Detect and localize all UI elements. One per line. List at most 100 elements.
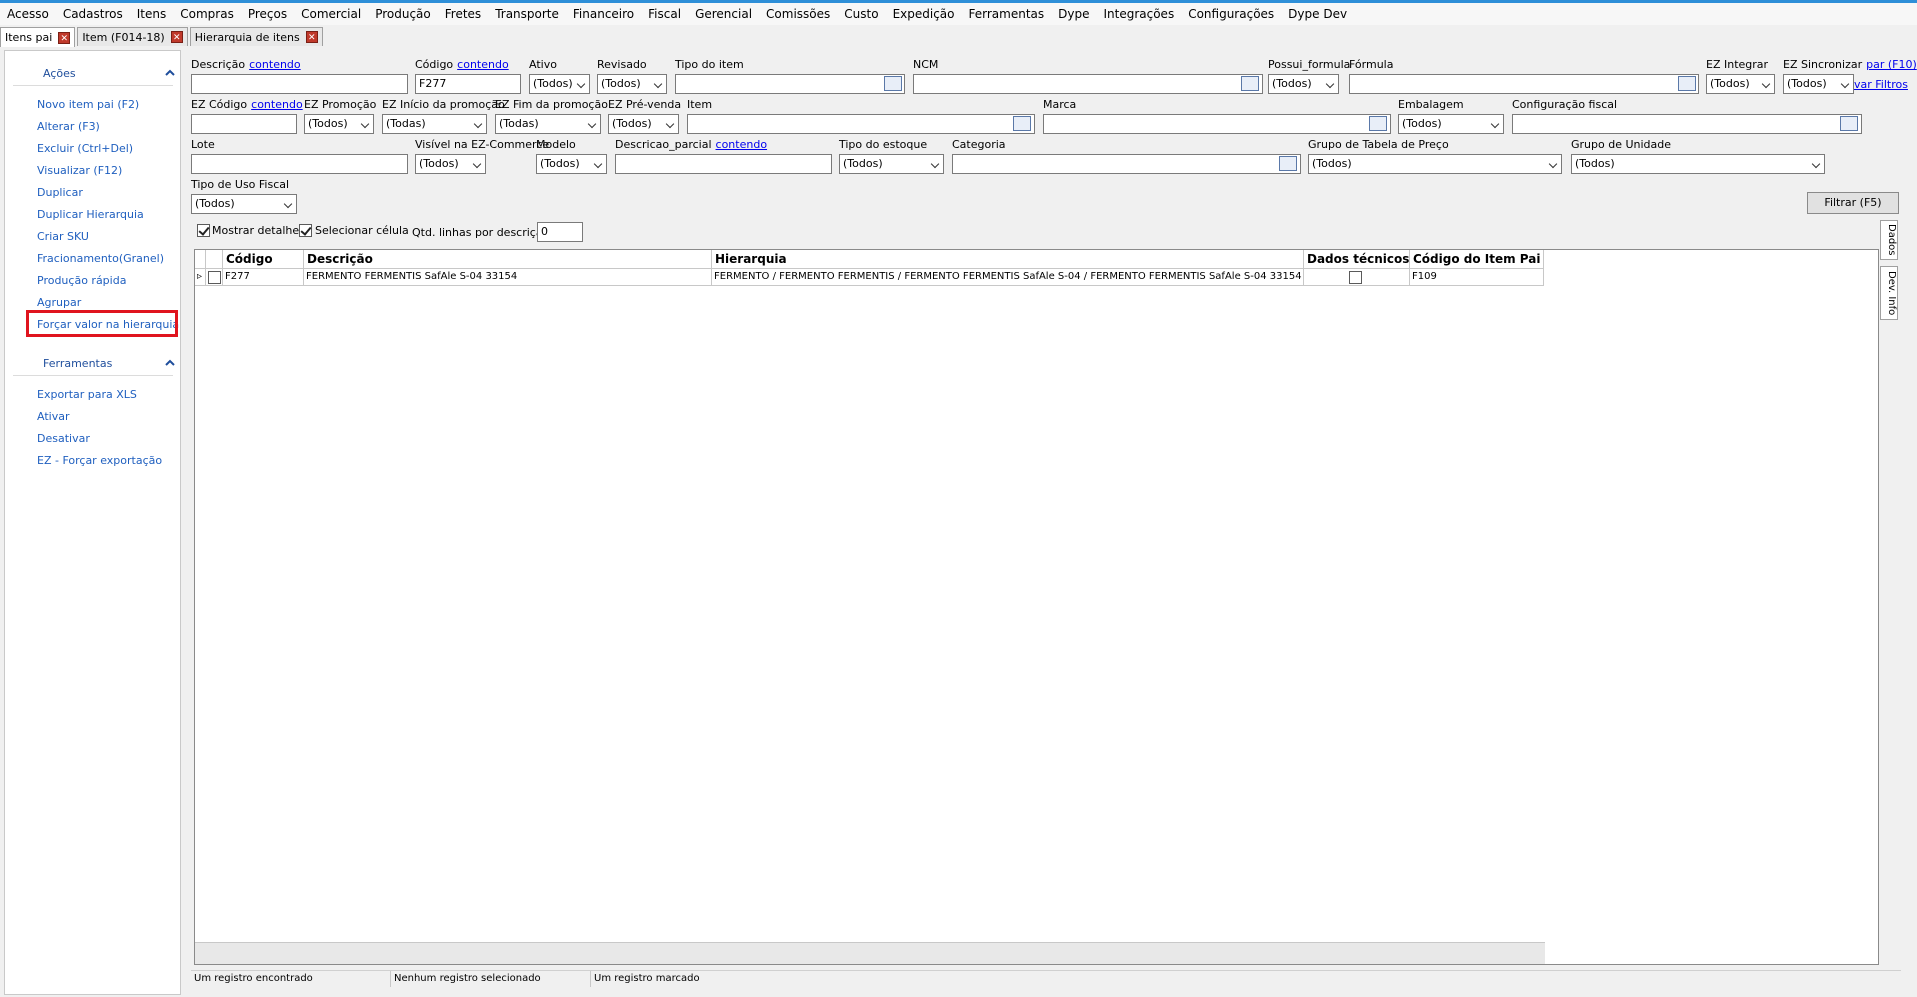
menu-comissoes[interactable]: Comissões <box>759 7 837 21</box>
duplicar-hierarquia-link[interactable]: Duplicar Hierarquia <box>37 208 144 221</box>
ativo-select[interactable]: (Todos) <box>529 74 590 94</box>
search-binoculars-icon[interactable] <box>884 76 902 91</box>
visualizar-link[interactable]: Visualizar (F12) <box>37 164 122 177</box>
codigo-input[interactable]: F277 <box>415 74 521 94</box>
chevron-up-icon[interactable] <box>164 67 176 79</box>
menu-custo[interactable]: Custo <box>837 7 885 21</box>
selecionar-celula-checkbox[interactable] <box>299 224 312 237</box>
ferramentas-header[interactable]: Ferramentas <box>5 351 182 375</box>
row-menu-icon[interactable] <box>195 250 206 269</box>
tab-item[interactable]: Item (F014-18) ✕ <box>77 27 188 46</box>
novo-item-pai-link[interactable]: Novo item pai (F2) <box>37 98 139 111</box>
ez-inicio-select[interactable]: (Todas) <box>382 114 487 134</box>
codigo-contendo-link[interactable]: contendo <box>457 58 509 71</box>
marca-input[interactable] <box>1043 114 1391 134</box>
menu-fiscal[interactable]: Fiscal <box>641 7 688 21</box>
cell-dados-tecnicos[interactable] <box>1304 269 1410 286</box>
search-binoculars-icon[interactable] <box>1013 116 1031 131</box>
tipo-item-input[interactable] <box>675 74 905 94</box>
menu-acesso[interactable]: Acesso <box>0 7 56 21</box>
col-hierarquia[interactable]: Hierarquia <box>712 250 1304 269</box>
excluir-link[interactable]: Excluir (Ctrl+Del) <box>37 142 133 155</box>
visivel-select[interactable]: (Todos) <box>415 154 486 174</box>
cell-descricao[interactable]: FERMENTO FERMENTIS SafAle S-04 33154 <box>304 269 712 286</box>
search-binoculars-icon[interactable] <box>1678 76 1696 91</box>
formula-input[interactable] <box>1349 74 1699 94</box>
close-icon[interactable]: ✕ <box>58 31 71 44</box>
cell-codigo-item-pai[interactable]: F109 <box>1410 269 1544 286</box>
alterar-link[interactable]: Alterar (F3) <box>37 120 100 133</box>
menu-precos[interactable]: Preços <box>241 7 294 21</box>
grupo-tabela-select[interactable]: (Todos) <box>1308 154 1562 174</box>
ez-fim-select[interactable]: (Todas) <box>495 114 601 134</box>
menu-integracoes[interactable]: Integrações <box>1096 7 1181 21</box>
limpar-filtros-link[interactable]: var Filtros <box>1854 78 1908 91</box>
item-input[interactable] <box>687 114 1035 134</box>
menu-producao[interactable]: Produção <box>368 7 438 21</box>
desativar-link[interactable]: Desativar <box>37 432 90 445</box>
tab-itens-pai[interactable]: Itens pai ✕ <box>0 27 76 47</box>
ez-codigo-contendo-link[interactable]: contendo <box>251 98 303 111</box>
row-checkbox[interactable] <box>208 271 221 284</box>
ez-promocao-select[interactable]: (Todos) <box>304 114 374 134</box>
descricao-contendo-link[interactable]: contendo <box>249 58 301 71</box>
ez-forcar-exportacao-link[interactable]: EZ - Forçar exportação <box>37 454 162 467</box>
close-icon[interactable]: ✕ <box>305 31 318 43</box>
search-binoculars-icon[interactable] <box>1840 116 1858 131</box>
fracionamento-link[interactable]: Fracionamento(Granel) <box>37 252 164 265</box>
filtrar-button[interactable]: Filtrar (F5) <box>1807 192 1899 214</box>
tipo-estoque-select[interactable]: (Todos) <box>839 154 944 174</box>
col-dados-tecnicos[interactable]: Dados técnicos <box>1304 250 1410 269</box>
menu-comercial[interactable]: Comercial <box>294 7 368 21</box>
acoes-header[interactable]: Ações <box>5 61 182 85</box>
tipo-uso-fiscal-select[interactable]: (Todos) <box>191 194 297 214</box>
close-icon[interactable]: ✕ <box>170 31 183 43</box>
mostrar-detalhe-checkbox[interactable] <box>197 224 210 237</box>
qtd-linhas-spinner[interactable]: 0 <box>537 222 583 242</box>
select-all-header[interactable] <box>206 250 223 269</box>
categoria-input[interactable] <box>952 154 1301 174</box>
menu-cadastros[interactable]: Cadastros <box>56 7 130 21</box>
ez-integrar-select[interactable]: (Todos) <box>1706 74 1775 94</box>
ez-codigo-input[interactable] <box>191 114 297 134</box>
tab-dados[interactable]: Dados <box>1880 220 1898 260</box>
modelo-select[interactable]: (Todos) <box>536 154 607 174</box>
criar-sku-link[interactable]: Criar SKU <box>37 230 89 243</box>
embalagem-select[interactable]: (Todos) <box>1398 114 1504 134</box>
ativar-link[interactable]: Ativar <box>37 410 69 423</box>
dados-tecnicos-checkbox[interactable] <box>1349 271 1362 284</box>
producao-rapida-link[interactable]: Produção rápida <box>37 274 126 287</box>
cell-codigo[interactable]: F277 <box>223 269 304 286</box>
tab-hierarquia[interactable]: Hierarquia de itens ✕ <box>189 27 323 46</box>
descricao-parcial-contendo-link[interactable]: contendo <box>716 138 768 151</box>
tab-dev-info[interactable]: Dev. Info <box>1880 266 1898 320</box>
search-binoculars-icon[interactable] <box>1241 76 1259 91</box>
col-descricao[interactable]: Descrição <box>304 250 712 269</box>
row-select-cell[interactable] <box>206 269 223 286</box>
ez-prevenda-select[interactable]: (Todos) <box>608 114 679 134</box>
par-f10-link[interactable]: par (F10) <box>1866 58 1917 71</box>
menu-transporte[interactable]: Transporte <box>488 7 566 21</box>
menu-dype-dev[interactable]: Dype Dev <box>1281 7 1354 21</box>
search-binoculars-icon[interactable] <box>1279 156 1297 171</box>
ez-sincronizar-select[interactable]: (Todos) <box>1783 74 1854 94</box>
cell-hierarquia[interactable]: FERMENTO / FERMENTO FERMENTIS / FERMENTO… <box>712 269 1304 286</box>
menu-gerencial[interactable]: Gerencial <box>688 7 759 21</box>
config-fiscal-input[interactable] <box>1512 114 1862 134</box>
lote-input[interactable] <box>191 154 408 174</box>
possui-formula-select[interactable]: (Todos) <box>1268 74 1339 94</box>
descricao-input[interactable] <box>191 74 408 94</box>
col-codigo-item-pai[interactable]: Código do Item Pai <box>1410 250 1544 269</box>
grupo-unidade-select[interactable]: (Todos) <box>1571 154 1825 174</box>
menu-expedicao[interactable]: Expedição <box>886 7 962 21</box>
menu-financeiro[interactable]: Financeiro <box>566 7 641 21</box>
descricao-parcial-input[interactable] <box>615 154 832 174</box>
ncm-input[interactable] <box>913 74 1263 94</box>
menu-compras[interactable]: Compras <box>173 7 241 21</box>
search-binoculars-icon[interactable] <box>1369 116 1387 131</box>
col-codigo[interactable]: Código <box>223 250 304 269</box>
chevron-up-icon[interactable] <box>164 357 176 369</box>
exportar-xls-link[interactable]: Exportar para XLS <box>37 388 137 401</box>
agrupar-link[interactable]: Agrupar <box>37 296 81 309</box>
menu-dype[interactable]: Dype <box>1051 7 1096 21</box>
